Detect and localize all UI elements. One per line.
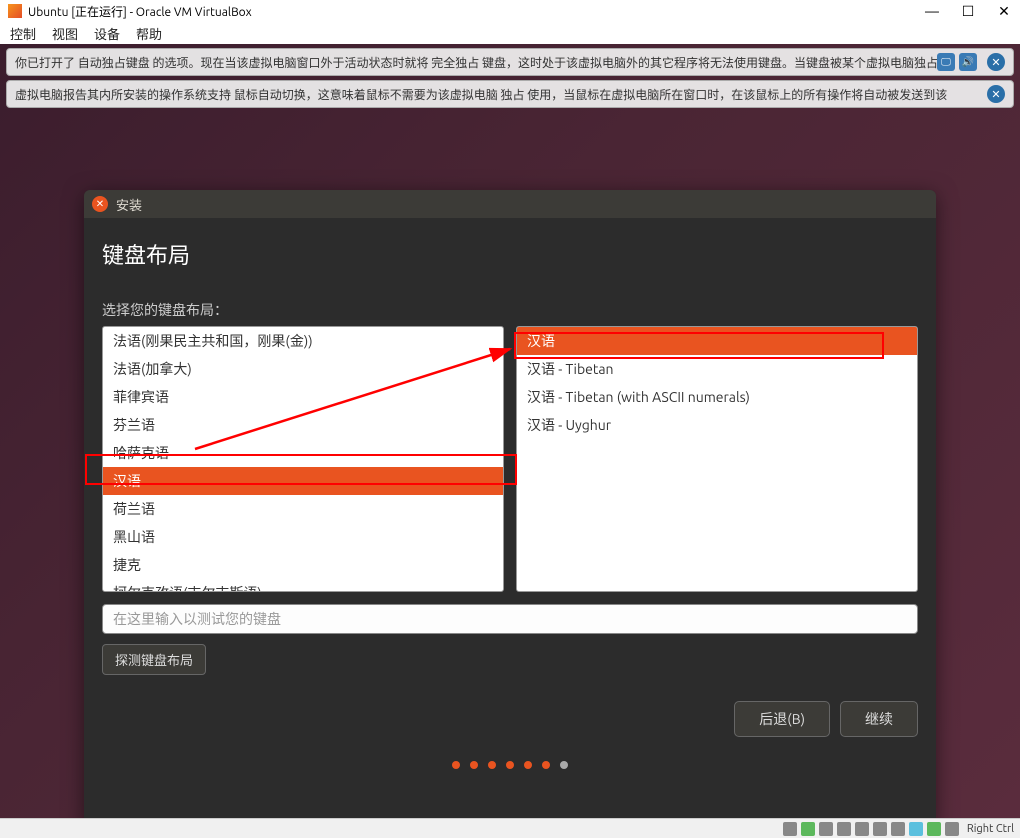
virtualbox-titlebar: Ubuntu [正在运行] - Oracle VM VirtualBox — ☐…: [0, 0, 1020, 22]
list-item[interactable]: 荷兰语: [103, 495, 503, 523]
info-bar-text: 你已打开了 自动独占键盘 的选项。现在当该虚拟电脑窗口外于活动状态时就将 完全独…: [15, 54, 937, 71]
hdd-icon[interactable]: [783, 822, 797, 836]
monitor-icon[interactable]: 🖵: [937, 53, 955, 71]
installer-close-icon[interactable]: ✕: [92, 196, 108, 212]
display-icon[interactable]: [855, 822, 869, 836]
menu-help[interactable]: 帮助: [136, 24, 162, 43]
progress-dot: [488, 761, 496, 769]
keyboard-integration-icon[interactable]: [945, 822, 959, 836]
progress-dot: [470, 761, 478, 769]
progress-dot: [542, 761, 550, 769]
recording-icon[interactable]: [873, 822, 887, 836]
list-item[interactable]: 汉语: [103, 467, 503, 495]
menu-view[interactable]: 视图: [52, 24, 78, 43]
window-maximize-button[interactable]: ☐: [960, 3, 976, 20]
info-bar-close-icon[interactable]: ✕: [987, 85, 1005, 103]
speaker-icon[interactable]: 🔊: [959, 53, 977, 71]
list-item[interactable]: 菲律宾语: [103, 383, 503, 411]
progress-dot: [452, 761, 460, 769]
info-bar-mouse: 虚拟电脑报告其内所安装的操作系统支持 鼠标自动切换，这意味着鼠标不需要为该虚拟电…: [6, 80, 1014, 108]
list-item[interactable]: 黑山语: [103, 523, 503, 551]
list-item[interactable]: 法语(加拿大): [103, 355, 503, 383]
keyboard-layout-list-right[interactable]: 汉语汉语 - Tibetan汉语 - Tibetan (with ASCII n…: [516, 326, 918, 592]
host-key-label: Right Ctrl: [967, 823, 1014, 835]
shared-folder-icon[interactable]: [837, 822, 851, 836]
back-button[interactable]: 后退(B): [734, 701, 830, 737]
list-item[interactable]: 汉语 - Tibetan: [517, 355, 917, 383]
progress-dot: [506, 761, 514, 769]
virtualbox-menu: 控制 视图 设备 帮助: [0, 22, 1020, 44]
list-item[interactable]: 汉语: [517, 327, 917, 355]
installer-title: 安装: [116, 195, 142, 214]
virtualbox-statusbar: Right Ctrl: [0, 818, 1020, 838]
window-title: Ubuntu [正在运行] - Oracle VM VirtualBox: [28, 3, 924, 20]
list-item[interactable]: 柯尔克孜语(吉尔吉斯语): [103, 579, 503, 591]
progress-dots: [102, 761, 918, 769]
installer-window: ✕ 安装 键盘布局 选择您的键盘布局： 法语(刚果民主共和国，刚果(金))法语(…: [84, 190, 936, 818]
mouse-integration-icon[interactable]: [927, 822, 941, 836]
vm-display-area: 你已打开了 自动独占键盘 的选项。现在当该虚拟电脑窗口外于活动状态时就将 完全独…: [0, 44, 1020, 818]
list-item[interactable]: 法语(刚果民主共和国，刚果(金)): [103, 327, 503, 355]
virtualbox-icon: [8, 4, 22, 18]
list-item[interactable]: 捷克: [103, 551, 503, 579]
continue-button[interactable]: 继续: [840, 701, 918, 737]
usb-icon[interactable]: [819, 822, 833, 836]
keyboard-layout-list-left[interactable]: 法语(刚果民主共和国，刚果(金))法语(加拿大)菲律宾语芬兰语哈萨克语汉语荷兰语…: [102, 326, 504, 592]
window-minimize-button[interactable]: —: [924, 3, 940, 20]
menu-control[interactable]: 控制: [10, 24, 36, 43]
info-bar-close-icon[interactable]: ✕: [987, 53, 1005, 71]
menu-devices[interactable]: 设备: [94, 24, 120, 43]
keyboard-test-input[interactable]: [102, 604, 918, 634]
list-item[interactable]: 哈萨克语: [103, 439, 503, 467]
window-close-button[interactable]: ✕: [996, 3, 1012, 20]
keyboard-layout-label: 选择您的键盘布局：: [102, 300, 918, 320]
installer-titlebar: ✕ 安装: [84, 190, 936, 218]
cpu-icon[interactable]: [891, 822, 905, 836]
list-item[interactable]: 汉语 - Tibetan (with ASCII numerals): [517, 383, 917, 411]
info-bar-text: 虚拟电脑报告其内所安装的操作系统支持 鼠标自动切换，这意味着鼠标不需要为该虚拟电…: [15, 86, 981, 103]
net-icon[interactable]: [909, 822, 923, 836]
list-item[interactable]: 汉语 - Uyghur: [517, 411, 917, 439]
detect-keyboard-button[interactable]: 探测键盘布局: [102, 644, 206, 675]
optical-icon[interactable]: [801, 822, 815, 836]
page-heading: 键盘布局: [102, 238, 918, 270]
info-bar-keyboard: 你已打开了 自动独占键盘 的选项。现在当该虚拟电脑窗口外于活动状态时就将 完全独…: [6, 48, 1014, 76]
progress-dot: [560, 761, 568, 769]
list-item[interactable]: 芬兰语: [103, 411, 503, 439]
progress-dot: [524, 761, 532, 769]
